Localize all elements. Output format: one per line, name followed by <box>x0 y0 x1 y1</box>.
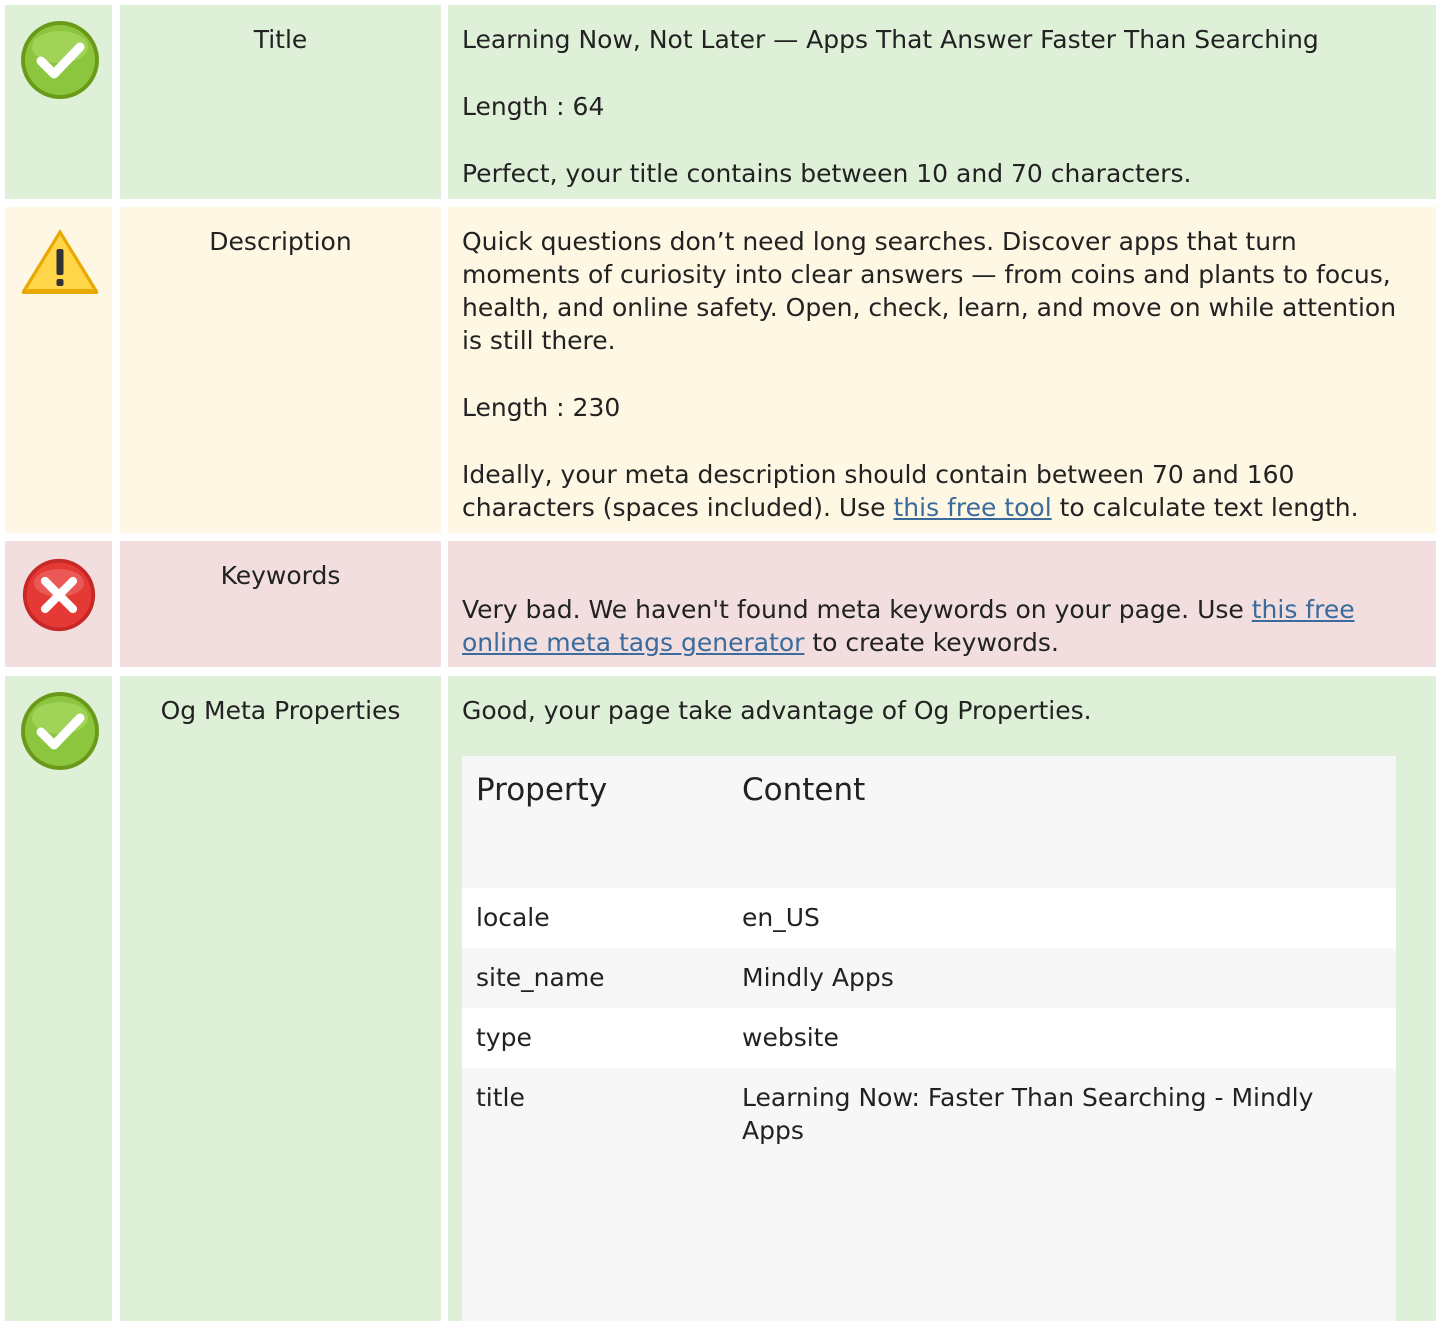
row-content: Very bad. We haven't found meta keywords… <box>448 541 1436 667</box>
property-cell: type <box>476 1023 532 1052</box>
check-circle-icon <box>21 21 99 99</box>
seo-report: Title Learning Now, Not Later — Apps Tha… <box>0 0 1445 1321</box>
content-cell: website <box>742 1023 839 1052</box>
table-row: type website <box>462 1008 1396 1068</box>
content-cell: Learning Now: Faster Than Searching - Mi… <box>742 1083 1314 1145</box>
content-cell: Mindly Apps <box>742 963 894 992</box>
status-cell <box>5 5 112 199</box>
description-row: Description Quick questions don’t need l… <box>0 207 1445 533</box>
property-cell: locale <box>476 903 550 932</box>
error-x-circle-icon <box>22 558 96 632</box>
title-row: Title Learning Now, Not Later — Apps Tha… <box>0 5 1445 199</box>
status-cell <box>5 207 112 533</box>
table-row: site_name Mindly Apps <box>462 948 1396 1008</box>
title-text: Learning Now, Not Later — Apps That Answ… <box>462 25 1319 54</box>
row-label: Title <box>120 5 441 199</box>
description-verdict: Ideally, your meta description should co… <box>462 458 1422 524</box>
row-label: Description <box>120 207 441 533</box>
keywords-verdict: Very bad. We haven't found meta keywords… <box>462 593 1422 659</box>
keywords-row: Keywords Very bad. We haven't found meta… <box>0 541 1445 667</box>
column-header-property: Property <box>476 772 608 808</box>
property-cell: title <box>476 1083 525 1112</box>
warning-triangle-icon <box>21 229 99 294</box>
table-row: title Learning Now: Faster Than Searchin… <box>462 1068 1396 1321</box>
description-length: Length : 230 <box>462 393 621 422</box>
title-verdict: Perfect, your title contains between 10 … <box>462 159 1192 188</box>
og-verdict: Good, your page take advantage of Og Pro… <box>462 696 1092 725</box>
verdict-text: to calculate text length. <box>1051 493 1359 522</box>
row-label: Og Meta Properties <box>120 676 441 1321</box>
table-row: locale en_US <box>462 888 1396 948</box>
verdict-text: Very bad. We haven't found meta keywords… <box>462 595 1252 624</box>
og-properties-table: Property Content locale en_US site_name … <box>462 756 1396 1321</box>
content-cell: en_US <box>742 903 820 932</box>
description-text: Quick questions don’t need long searches… <box>462 227 1397 355</box>
check-circle-icon <box>21 692 99 770</box>
row-content: Learning Now, Not Later — Apps That Answ… <box>448 5 1436 199</box>
column-header-content: Content <box>742 772 866 808</box>
row-label: Keywords <box>120 541 441 667</box>
row-content: Quick questions don’t need long searches… <box>448 207 1436 533</box>
table-header: Property Content <box>462 756 1396 888</box>
property-cell: site_name <box>476 963 605 992</box>
title-length: Length : 64 <box>462 92 605 121</box>
status-cell <box>5 541 112 667</box>
free-tool-link[interactable]: this free tool <box>894 493 1052 522</box>
verdict-text: to create keywords. <box>804 628 1059 657</box>
status-cell <box>5 676 112 1321</box>
